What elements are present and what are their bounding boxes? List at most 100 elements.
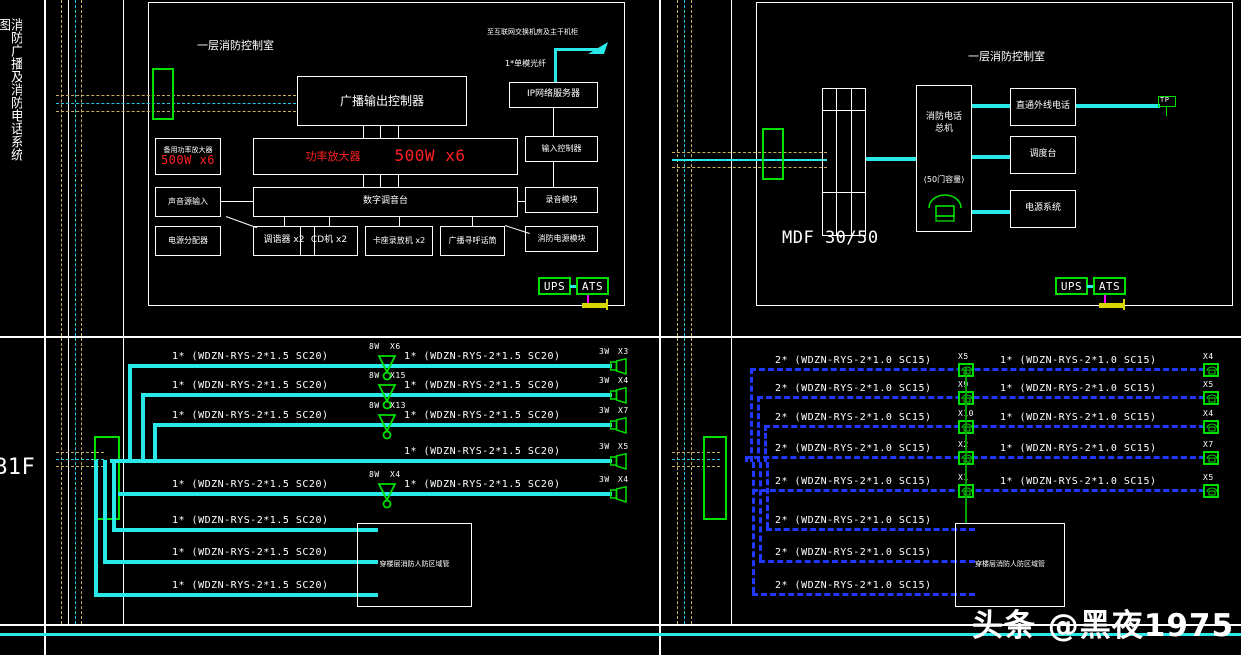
ground-bar-right [1099, 303, 1125, 308]
connector-soundsource-mixer [221, 201, 253, 202]
telephone-icon [928, 194, 962, 222]
left-spare-cable-stub [94, 460, 98, 593]
power-system-box: 电源系统 [1010, 190, 1076, 228]
left-spare-cable-label: 1* (WDZN-RYS-2*1.5 SC20) [172, 515, 329, 526]
wall-speaker-qty: X4 [618, 475, 629, 484]
frame-vertical-mid [659, 0, 661, 655]
left-cable-stub [141, 393, 145, 460]
telephone-jack-qty: X5 [958, 352, 969, 361]
telephone-jack-qty-end: X7 [1203, 440, 1214, 449]
right-cable-label-far: 1* (WDZN-RYS-2*1.0 SC15) [1000, 476, 1157, 487]
switchboard-capacity: (50门容量) [923, 175, 965, 184]
right-spare-cable-run [766, 528, 975, 531]
shaft-line-1 [68, 0, 69, 336]
frame-horizontal-mid [0, 336, 1241, 338]
right-room-label: 一层消防控制室 [968, 50, 1045, 63]
telephone-jack-symbol-end [1203, 391, 1219, 405]
right-riser-shaft-top [762, 128, 784, 180]
fiber-note: 1*单模光纤 [505, 59, 547, 68]
drop-tuner [284, 217, 285, 226]
wall-speaker-qty: X5 [618, 442, 629, 451]
fire-telephone-switchboard-box: 消防电话 总机 (50门容量) [916, 85, 972, 232]
ground-bar-left [582, 303, 608, 308]
shaft-line-2 [123, 0, 124, 336]
wall-speaker-power: 3W [599, 475, 610, 484]
sound-source-box: 声音源输入 [155, 187, 221, 217]
frame-vertical-left [44, 0, 46, 655]
power-amplifier-label: 功率放大器 [305, 149, 361, 163]
left-spare-cable-run [112, 528, 378, 532]
bottom-right-shaft-line [731, 338, 732, 624]
left-cable-stub [128, 364, 132, 460]
connector-monitor-mixer [518, 201, 525, 202]
right-spare-cable-label: 2* (WDZN-RYS-2*1.0 SC15) [775, 580, 932, 591]
left-panel-border-left [148, 2, 149, 306]
tp-outlet-stem [1166, 107, 1167, 116]
left-cable-label-far: 1* (WDZN-RYS-2*1.5 SC20) [404, 380, 561, 391]
right-cable-label-far: 1* (WDZN-RYS-2*1.0 SC15) [1000, 355, 1157, 366]
power-amplifier-rating: 500W x6 [394, 146, 466, 166]
ceiling-speaker-qty: X6 [390, 342, 401, 351]
left-note-box: 穿楼层消防人防区域管 [357, 523, 472, 607]
fire-power-module-box: 消防电源模块 [525, 226, 598, 252]
telephone-jack-qty-end: X4 [1203, 409, 1214, 418]
telephone-jack-symbol-end [1203, 363, 1219, 377]
wall-speaker-power: 3W [599, 406, 610, 415]
left-spare-cable-label: 1* (WDZN-RYS-2*1.5 SC20) [172, 547, 329, 558]
ceiling-speaker-qty: X15 [390, 371, 406, 380]
left-spare-cable-label: 1* (WDZN-RYS-2*1.5 SC20) [172, 580, 329, 591]
right-cable-stub [750, 368, 753, 462]
shaft-dash-cyan-left [75, 0, 76, 336]
ip-network-server-box: IP网络服务器 [509, 82, 598, 108]
mdf-row-2 [822, 192, 866, 193]
right-cable-run [764, 425, 1205, 428]
ground-stem-left [587, 295, 589, 303]
ceiling-speaker-power: 8W [369, 470, 380, 479]
ceiling-speaker-symbol [376, 480, 398, 514]
bottom-dash-cyan-1 [75, 338, 76, 624]
telephone-jack-symbol-end [1203, 420, 1219, 434]
broadcast-output-controller-box: 广播输出控制器 [297, 76, 467, 126]
network-room-note: 至互联网交换机房及主干机柜 [487, 28, 578, 36]
left-cable-label-far: 1* (WDZN-RYS-2*1.5 SC20) [404, 410, 561, 421]
telephone-jack-qty: X9 [958, 380, 969, 389]
bottom-right-dash-y2 [691, 338, 692, 624]
ground-stem-right [1104, 295, 1106, 303]
telephone-jack-qty-end: X5 [1203, 473, 1214, 482]
power-amplifier-box: 功率放大器 500W x6 [253, 138, 518, 175]
left-spare-cable-run [94, 593, 378, 597]
wall-speaker-symbol [609, 386, 630, 408]
wall-speaker-symbol [609, 485, 630, 507]
ceiling-speaker-symbol [376, 411, 398, 445]
watermark: 头条 @黑夜1975 [972, 608, 1235, 644]
connector-ctrl-amp-1 [363, 126, 364, 138]
telephone-trunk-line [965, 368, 967, 523]
left-spare-cable-run [103, 560, 378, 564]
mdf-row-1 [822, 110, 866, 111]
right-cable-label-near: 2* (WDZN-RYS-2*1.0 SC15) [775, 412, 932, 423]
ups-box: UPS [538, 277, 571, 295]
spare-amplifier-box: 备用功率放大器 500W x6 [155, 138, 221, 175]
wall-speaker-qty: X4 [618, 376, 629, 385]
right-riser-dash-yellow-a [672, 152, 827, 153]
card-player-box: 卡座录放机 x2 [365, 226, 433, 256]
ceiling-speaker-qty: X13 [390, 401, 406, 410]
right-cable-run [757, 396, 1205, 399]
ground-tick-right [1123, 299, 1125, 310]
recording-module-box: 录音模块 [525, 187, 598, 213]
ceiling-speaker-power: 8W [369, 371, 380, 380]
ats-box-right: ATS [1093, 277, 1126, 295]
telephone-jack-symbol-end [1203, 451, 1219, 465]
switchboard-out-cable-3 [972, 210, 1010, 214]
fiber-arrow-icon [588, 42, 608, 54]
right-spare-cable-label: 2* (WDZN-RYS-2*1.0 SC15) [775, 515, 932, 526]
floor-label-b1f: B1F [0, 455, 36, 480]
cad-drawing-canvas: 消防广播及消防电话系统图 B1F 一层消防控制室 广播输出控制器 备用功率放大器… [0, 0, 1241, 655]
riser-dash-cyan-a [56, 103, 296, 104]
left-cable-run [118, 492, 612, 496]
right-panel-border-left [756, 2, 757, 306]
right-note-box: 穿楼层消防人防区域管 [955, 523, 1065, 607]
bottom-dash-yellow-2 [81, 338, 82, 624]
ceiling-speaker-power: 8W [369, 401, 380, 410]
connector-amp-mixer-1 [363, 175, 364, 187]
